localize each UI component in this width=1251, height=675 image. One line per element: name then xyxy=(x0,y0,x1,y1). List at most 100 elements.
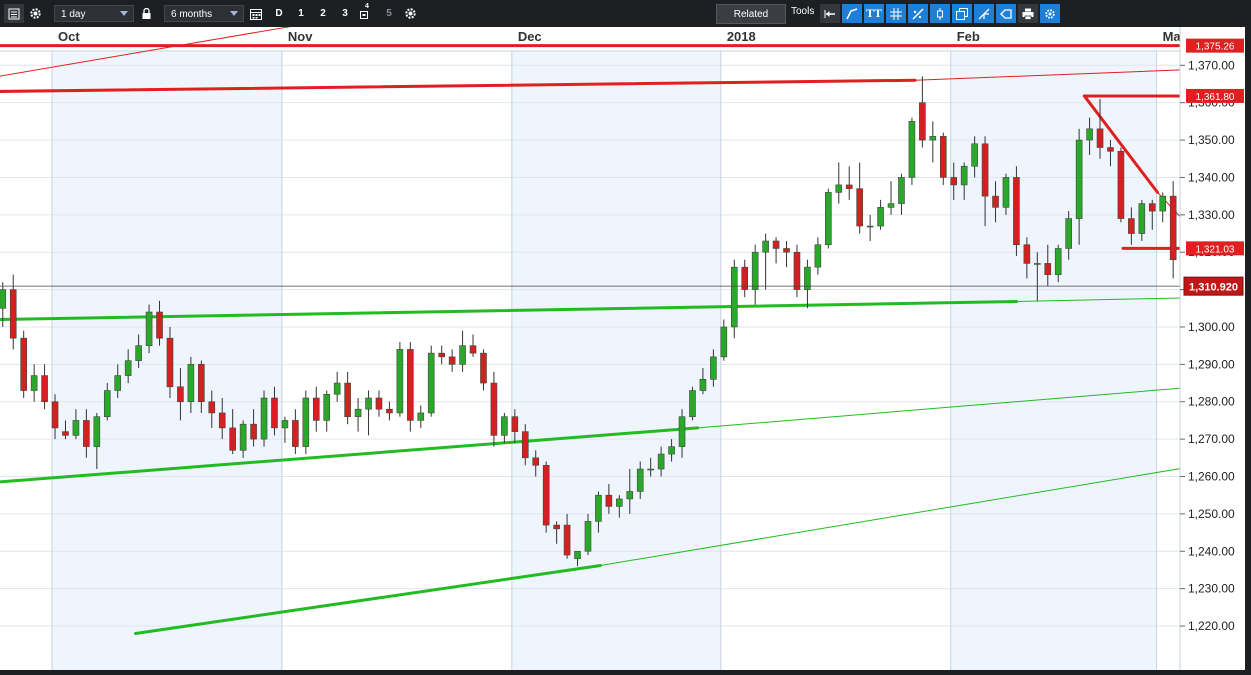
month-label: Dec xyxy=(518,29,542,44)
chart-window: 1 day 6 months D 1 2 3 4 5 Related Tools xyxy=(0,0,1251,675)
candle-body xyxy=(1169,195,1177,260)
candle-body xyxy=(396,349,404,414)
candle-body xyxy=(563,524,571,556)
candle-body xyxy=(689,390,696,417)
candle-body xyxy=(1107,147,1114,152)
price-tick-label: 1,370.00 xyxy=(1188,58,1235,72)
candle-body xyxy=(145,311,153,346)
gear-icon[interactable] xyxy=(26,4,44,23)
candle-body xyxy=(668,446,675,455)
candle-body xyxy=(187,364,195,403)
candle-body xyxy=(971,143,978,167)
related-button[interactable]: Related xyxy=(716,4,786,24)
eraser-icon[interactable] xyxy=(996,4,1016,23)
tools-label: Tools xyxy=(791,6,815,17)
clone-icon[interactable] xyxy=(952,4,972,23)
candle-body xyxy=(30,375,38,391)
candle-body xyxy=(521,431,529,459)
candle-body xyxy=(929,136,937,141)
candle-body xyxy=(490,382,498,436)
price-tick-label: 1,260.00 xyxy=(1188,470,1235,484)
candle-body xyxy=(992,195,999,208)
candle-body xyxy=(239,423,247,451)
period-button-5[interactable]: 5 xyxy=(381,4,397,23)
interval-select[interactable]: 1 day xyxy=(54,5,134,22)
candle-body xyxy=(595,494,602,522)
calendar-icon[interactable] xyxy=(248,4,264,23)
candle-body xyxy=(1117,150,1125,219)
candle-body xyxy=(375,397,383,410)
candle-body xyxy=(469,345,477,354)
candle-body xyxy=(281,420,289,429)
candle-body xyxy=(448,356,456,365)
price-tick-label: 1,220.00 xyxy=(1188,619,1235,633)
price-label-text: 1,321.03 xyxy=(1196,244,1235,255)
candle-body xyxy=(626,491,634,500)
candle-body xyxy=(1034,263,1041,265)
candle-body xyxy=(20,337,27,391)
price-tick-label: 1,340.00 xyxy=(1188,170,1235,184)
candle-body xyxy=(751,251,759,290)
toolbar: 1 day 6 months D 1 2 3 4 5 Related Tools xyxy=(0,0,1251,27)
drawing-icon[interactable] xyxy=(908,4,928,23)
candle-body xyxy=(135,345,142,361)
text-tool-label: TT xyxy=(865,6,882,20)
grid-icon[interactable] xyxy=(886,4,906,23)
text-tool-icon[interactable]: TT xyxy=(864,4,884,23)
candle-body xyxy=(1065,218,1072,249)
candle-body xyxy=(124,360,132,376)
candle-body xyxy=(208,401,216,414)
line-tool-icon[interactable] xyxy=(842,4,862,23)
candle-body xyxy=(198,364,205,403)
period-button-d[interactable]: D xyxy=(271,4,287,23)
candle-body xyxy=(427,352,435,414)
lock-icon[interactable] xyxy=(139,4,153,23)
price-label-text: 1,375.26 xyxy=(1196,42,1235,53)
candle-icon[interactable] xyxy=(930,4,950,23)
candle-body xyxy=(1054,248,1062,275)
time-axis-strip xyxy=(0,27,1180,51)
price-tick-label: 1,240.00 xyxy=(1188,544,1235,558)
period-button-3[interactable]: 3 xyxy=(337,4,353,23)
chart-list-icon[interactable] xyxy=(4,4,24,23)
period-button-2[interactable]: 2 xyxy=(315,4,331,23)
chevron-down-icon xyxy=(120,11,128,16)
period-button-1[interactable]: 1 xyxy=(293,4,309,23)
price-tick-label: 1,280.00 xyxy=(1188,395,1235,409)
candle-body xyxy=(1044,263,1052,275)
candle-body xyxy=(814,244,822,268)
candle-body xyxy=(365,397,372,410)
candle-body xyxy=(260,397,268,440)
candle-body xyxy=(9,289,17,339)
arrow-icon[interactable] xyxy=(820,4,840,23)
period-button-4[interactable]: 4 xyxy=(362,1,372,11)
settings-icon[interactable] xyxy=(401,4,419,23)
fork-icon[interactable] xyxy=(974,4,994,23)
tools-settings-icon[interactable] xyxy=(1040,4,1060,23)
candle-body xyxy=(72,420,80,436)
candle-body xyxy=(459,345,466,365)
candle-body xyxy=(835,184,843,193)
candle-body xyxy=(710,356,717,380)
candle-body xyxy=(41,375,48,403)
candle-body xyxy=(919,102,926,141)
candle-body xyxy=(292,420,299,447)
candle-body xyxy=(103,390,111,417)
candle-body xyxy=(354,408,362,417)
candle-body xyxy=(720,326,728,358)
candlestick-chart[interactable]: Oct Nov Dec 2018 Feb Mar1,220.001,230.001,240… xyxy=(0,27,1245,670)
candle-body xyxy=(1138,203,1146,234)
candle-body xyxy=(605,494,613,507)
price-tick-label: 1,350.00 xyxy=(1188,133,1235,147)
candle-body xyxy=(438,352,445,358)
print-icon[interactable] xyxy=(1018,4,1038,23)
candle-body xyxy=(480,352,487,384)
candle-body xyxy=(898,177,905,204)
price-axis xyxy=(1180,27,1245,670)
candle-body xyxy=(532,457,540,466)
month-label: Oct xyxy=(58,29,80,44)
candle-body xyxy=(501,416,508,436)
month-label: Nov xyxy=(288,29,313,44)
range-select[interactable]: 6 months xyxy=(164,5,244,22)
candle-body xyxy=(218,412,226,429)
